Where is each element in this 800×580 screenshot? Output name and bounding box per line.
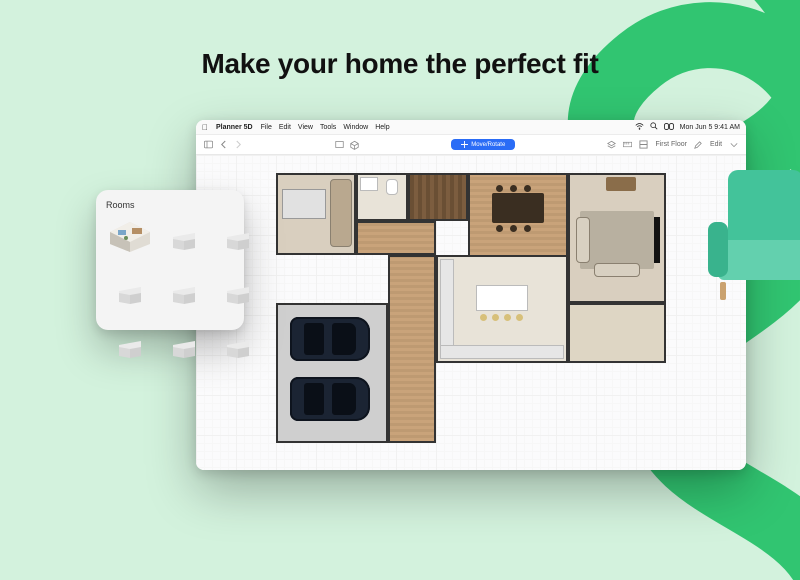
headline: Make your home the perfect fit [0, 48, 800, 80]
furniture-sofa-1[interactable] [576, 217, 590, 263]
room-hallway[interactable] [356, 221, 436, 255]
menu-edit[interactable]: Edit [279, 124, 291, 131]
toolbar: Move/Rotate First Floor Edit [196, 135, 746, 155]
apple-menu-icon[interactable]:  [202, 123, 208, 132]
furniture-rug[interactable] [580, 211, 654, 269]
rooms-panel[interactable]: Rooms [96, 190, 244, 330]
room-template-5[interactable] [214, 272, 262, 320]
control-center-icon[interactable] [664, 123, 674, 132]
3d-view-icon[interactable] [350, 140, 359, 149]
back-icon[interactable] [219, 140, 228, 149]
furniture-stool[interactable] [492, 314, 499, 321]
furniture-island[interactable] [476, 285, 528, 311]
app-window:  Planner 5D File Edit View Tools Window… [196, 120, 746, 470]
room-template-8[interactable] [214, 326, 262, 374]
ruler-icon[interactable] [623, 140, 632, 149]
room-template-hero[interactable] [106, 218, 154, 252]
furniture-stool[interactable] [480, 314, 487, 321]
furniture-chair[interactable] [496, 185, 503, 192]
menubar:  Planner 5D File Edit View Tools Window… [196, 120, 746, 135]
menu-view[interactable]: View [298, 124, 313, 131]
furniture-bed[interactable] [282, 189, 326, 219]
menu-window[interactable]: Window [343, 124, 368, 131]
room-template-4[interactable] [160, 272, 208, 320]
furniture-kitchen-counter-2[interactable] [440, 345, 564, 359]
furniture-chair[interactable] [524, 225, 531, 232]
mode-pill[interactable]: Move/Rotate [451, 139, 515, 150]
stairs[interactable] [408, 173, 468, 221]
floor-icon[interactable] [639, 140, 648, 149]
sidebar-toggle-icon[interactable] [204, 140, 213, 149]
room-template-3[interactable] [106, 272, 154, 320]
room-deck[interactable] [568, 303, 666, 363]
floorplan[interactable] [276, 173, 666, 443]
menu-help[interactable]: Help [375, 124, 389, 131]
room-entry[interactable] [388, 255, 436, 443]
edit-label[interactable]: Edit [710, 141, 722, 148]
furniture-chair[interactable] [496, 225, 503, 232]
armchair-decoration [700, 170, 800, 300]
room-template-2[interactable] [214, 218, 262, 266]
menu-tools[interactable]: Tools [320, 124, 336, 131]
car-2[interactable] [290, 377, 370, 421]
furniture-tv[interactable] [654, 217, 660, 263]
furniture-sink[interactable] [360, 177, 378, 191]
furniture-dining-table[interactable] [492, 193, 544, 223]
furniture-stool[interactable] [504, 314, 511, 321]
furniture-stool[interactable] [516, 314, 523, 321]
furniture-chair[interactable] [524, 185, 531, 192]
furniture-wardrobe[interactable] [330, 179, 352, 247]
car-1[interactable] [290, 317, 370, 361]
furniture-sofa-2[interactable] [594, 263, 640, 277]
edit-pencil-icon[interactable] [694, 140, 703, 149]
mode-pill-label: Move/Rotate [471, 142, 505, 148]
furniture-kitchen-counter[interactable] [440, 259, 454, 359]
forward-icon[interactable] [234, 140, 243, 149]
furniture-chair[interactable] [510, 225, 517, 232]
furniture-toilet[interactable] [386, 179, 398, 195]
furniture-chair[interactable] [510, 185, 517, 192]
2d-view-icon[interactable] [335, 140, 344, 149]
canvas[interactable] [196, 155, 746, 470]
rooms-panel-title: Rooms [106, 200, 234, 210]
wifi-icon[interactable] [635, 123, 644, 132]
room-template-6[interactable] [106, 326, 154, 374]
menu-file[interactable]: File [261, 124, 272, 131]
floor-label[interactable]: First Floor [655, 141, 687, 148]
chevron-down-icon[interactable] [729, 140, 738, 149]
app-name[interactable]: Planner 5D [216, 124, 253, 131]
spotlight-icon[interactable] [650, 122, 658, 132]
layers-icon[interactable] [607, 140, 616, 149]
room-template-7[interactable] [160, 326, 208, 374]
furniture-fireplace[interactable] [606, 177, 636, 191]
rooms-grid [106, 218, 234, 360]
menubar-clock[interactable]: Mon Jun 5 9:41 AM [680, 124, 740, 131]
room-template-1[interactable] [160, 218, 208, 266]
